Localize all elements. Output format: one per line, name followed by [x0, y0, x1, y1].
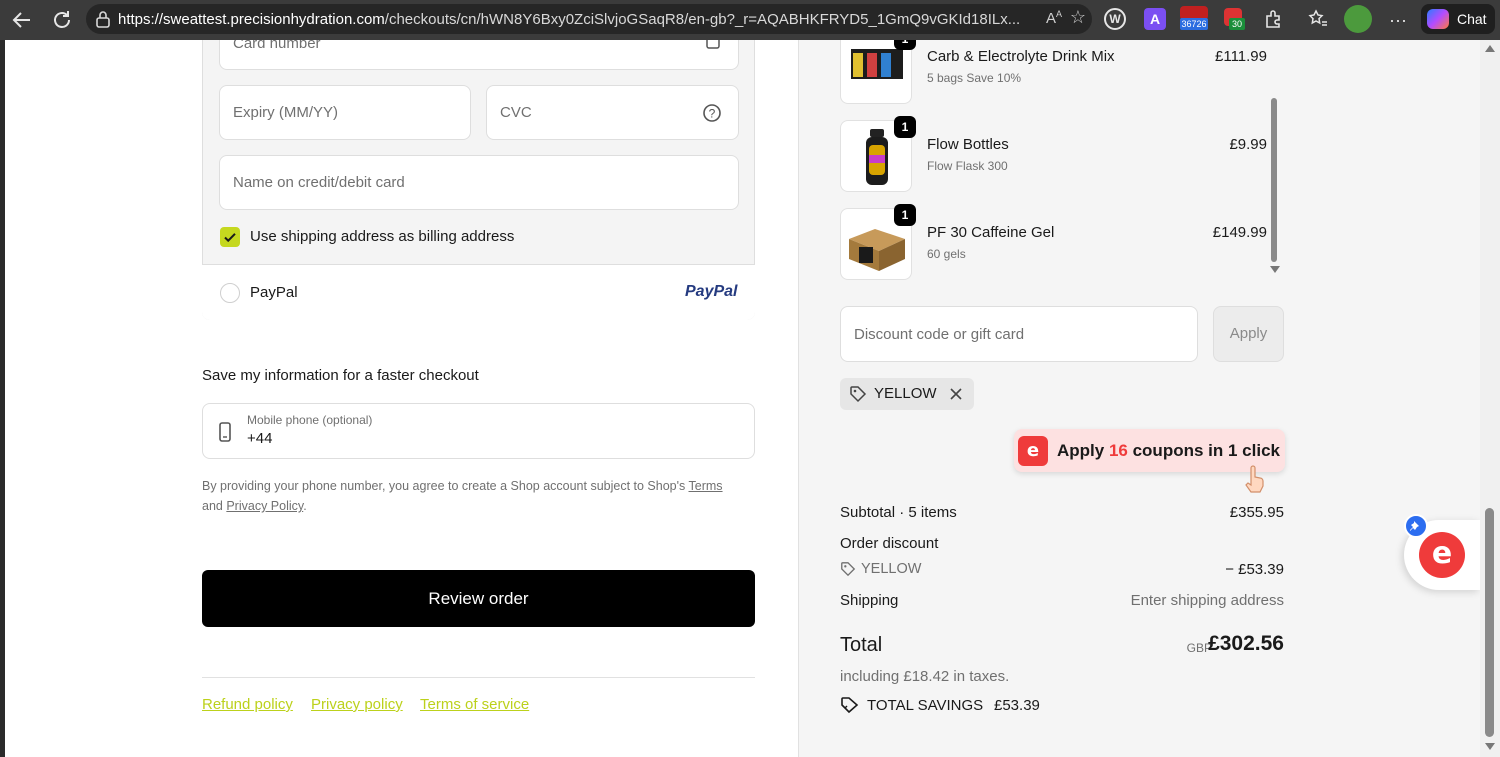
product-price: £9.99	[1229, 136, 1267, 153]
review-order-button[interactable]: Review order	[202, 570, 755, 627]
disclaimer-period: .	[303, 499, 307, 513]
discount-placeholder: Discount code or gift card	[854, 326, 1025, 343]
product-variant: Flow Flask 300	[927, 159, 1008, 173]
page-scrollbar[interactable]	[1480, 40, 1500, 757]
coupon-extension-logo-icon: e	[1018, 436, 1048, 466]
browser-toolbar: https://sweattest.precisionhydration.com…	[0, 0, 1500, 40]
shipping-value: Enter shipping address	[1130, 592, 1284, 609]
apply-discount-button[interactable]: Apply	[1213, 306, 1284, 362]
help-icon[interactable]: ?	[702, 103, 722, 123]
quantity-badge: 1	[894, 204, 916, 226]
savings-tag-icon	[841, 697, 859, 714]
tag-icon	[850, 386, 867, 403]
check-icon	[224, 233, 236, 243]
quantity-badge: 1	[894, 116, 916, 138]
total-value: £302.56	[1208, 632, 1284, 655]
scroll-down-arrow-icon[interactable]	[1485, 743, 1495, 751]
quantity-badge: 1	[894, 40, 916, 50]
cart-list-scrollbar[interactable]	[1271, 98, 1277, 262]
expiry-field[interactable]: Expiry (MM/YY)	[219, 85, 471, 140]
coupon-extension-logo-icon: e	[1419, 532, 1465, 578]
privacy-policy-link[interactable]: Privacy Policy	[226, 499, 303, 513]
discount-code-input[interactable]: Discount code or gift card	[840, 306, 1198, 362]
close-icon[interactable]	[950, 388, 962, 400]
save-info-heading: Save my information for a faster checkou…	[202, 367, 479, 384]
product-price: £149.99	[1212, 224, 1267, 241]
lock-icon[interactable]	[94, 10, 112, 28]
subtotal-value: £355.95	[1229, 504, 1284, 521]
phone-icon	[219, 422, 231, 442]
hand-pointer-icon	[1245, 465, 1264, 493]
terms-of-service-link[interactable]: Terms of service	[420, 696, 529, 713]
terms-link[interactable]: Terms	[689, 479, 723, 493]
billing-same-label[interactable]: Use shipping address as billing address	[250, 228, 514, 245]
card-number-field[interactable]: Card number	[219, 40, 739, 70]
refresh-icon[interactable]	[50, 8, 74, 32]
extension-a-icon[interactable]: A	[1144, 8, 1166, 30]
disclaimer-text: By providing your phone number, you agre…	[202, 479, 686, 493]
chat-label: Chat	[1457, 11, 1487, 27]
scrollbar-thumb[interactable]	[1485, 508, 1494, 737]
lock-icon	[706, 40, 720, 49]
url-text: https://sweattest.precisionhydration.com…	[118, 11, 1021, 28]
svg-text:?: ?	[709, 107, 716, 121]
product-variant: 60 gels	[927, 247, 966, 261]
product-name: Carb & Electrolyte Drink Mix	[927, 48, 1115, 65]
paypal-radio[interactable]	[220, 283, 240, 303]
product-name: PF 30 Caffeine Gel	[927, 224, 1055, 241]
total-savings-value: £53.39	[994, 697, 1040, 714]
cvc-placeholder: CVC	[500, 104, 532, 121]
paypal-logo: PayPal	[685, 283, 738, 300]
shipping-label: Shipping	[840, 592, 899, 609]
discount-value: − £53.39	[1225, 561, 1284, 578]
coupon-extension-floating-button[interactable]: e	[1404, 514, 1480, 590]
copilot-icon	[1427, 9, 1449, 29]
product-variant: 5 bags Save 10%	[927, 71, 1022, 85]
extension-w-icon[interactable]: W	[1104, 8, 1126, 30]
mobile-phone-field[interactable]: Mobile phone (optional) +44	[202, 403, 755, 459]
cvc-field[interactable]: CVC ?	[486, 85, 739, 140]
card-number-placeholder: Card number	[233, 40, 321, 52]
applied-discount-chip: YELLOW	[840, 378, 974, 410]
favorite-star-icon[interactable]: ☆	[1070, 7, 1086, 28]
copilot-chat-button[interactable]: Chat	[1421, 4, 1495, 34]
expiry-placeholder: Expiry (MM/YY)	[233, 104, 338, 121]
product-price: £111.99	[1215, 48, 1267, 65]
product-name: Flow Bottles	[927, 136, 1009, 153]
read-aloud-icon[interactable]: AA	[1046, 9, 1062, 27]
subtotal-label: Subtotal · 5 items	[840, 504, 957, 521]
pin-icon[interactable]	[1404, 514, 1428, 538]
footer-divider	[202, 677, 755, 678]
tag-icon	[841, 562, 856, 577]
checkout-page: Card number Expiry (MM/YY) CVC ? Name on…	[5, 40, 1480, 757]
name-on-card-field[interactable]: Name on credit/debit card	[219, 155, 739, 210]
phone-disclaimer: By providing your phone number, you agre…	[202, 476, 755, 516]
tax-note: including £18.42 in taxes.	[840, 668, 1010, 685]
privacy-policy-footer-link[interactable]: Privacy policy	[311, 696, 403, 713]
address-bar[interactable]: https://sweattest.precisionhydration.com…	[86, 4, 1092, 34]
favorites-icon[interactable]	[1306, 8, 1330, 32]
name-on-card-placeholder: Name on credit/debit card	[233, 174, 405, 191]
scroll-up-arrow-icon[interactable]	[1485, 45, 1495, 53]
disclaimer-and: and	[202, 499, 223, 513]
total-label: Total	[840, 634, 883, 656]
phone-label: Mobile phone (optional)	[247, 413, 373, 427]
total-savings-label: TOTAL SAVINGS	[867, 697, 984, 714]
discount-code-label: YELLOW	[861, 561, 922, 577]
extension-calendar-badge: 30	[1229, 18, 1245, 30]
extension-counter-badge: 36726	[1180, 18, 1208, 30]
applied-code-label: YELLOW	[874, 385, 937, 402]
paypal-label[interactable]: PayPal	[250, 284, 298, 301]
more-options-icon[interactable]: ···	[1386, 8, 1410, 32]
profile-avatar[interactable]	[1344, 5, 1372, 33]
back-icon[interactable]	[10, 8, 34, 32]
refund-policy-link[interactable]: Refund policy	[202, 696, 293, 713]
extensions-puzzle-icon[interactable]	[1262, 8, 1286, 32]
billing-same-checkbox[interactable]	[220, 227, 240, 247]
coupon-banner-text: Apply 16 coupons in 1 click	[1057, 441, 1280, 460]
phone-value: +44	[247, 430, 273, 447]
order-discount-label: Order discount	[840, 535, 939, 552]
scroll-down-arrow-icon[interactable]	[1270, 266, 1280, 274]
